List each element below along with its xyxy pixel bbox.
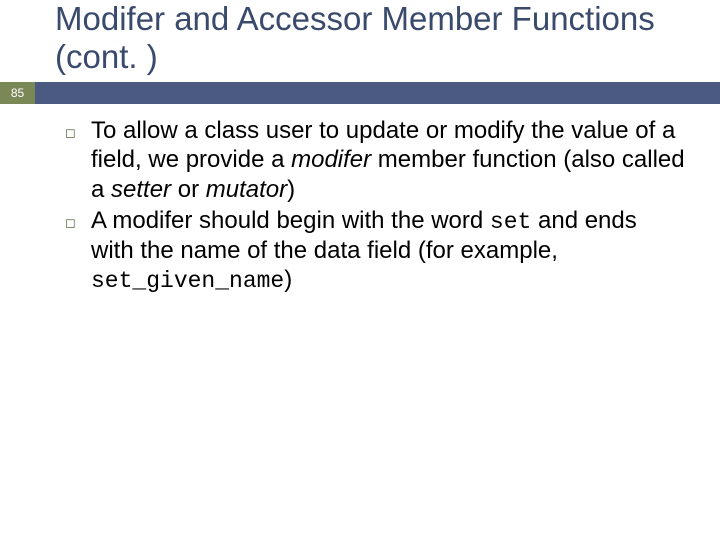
text-run: ): [284, 266, 292, 293]
page-number-badge: 85: [0, 82, 35, 104]
bullet-text: A modifer should begin with the word set…: [91, 206, 685, 295]
text-run: A modifer should begin with the word: [91, 207, 490, 234]
title-area: Modifer and Accessor Member Functions (c…: [55, 0, 700, 76]
bullet-text: To allow a class user to update or modif…: [91, 116, 685, 204]
text-code: set: [490, 209, 531, 235]
text-emphasis: setter: [111, 176, 171, 203]
list-item: ◻ A modifer should begin with the word s…: [65, 206, 685, 295]
bullet-icon: ◻: [65, 206, 91, 238]
content-area: ◻ To allow a class user to update or mod…: [65, 116, 685, 297]
text-run: ): [287, 176, 295, 203]
header-bar: 85: [0, 82, 720, 104]
text-emphasis: modifer: [291, 146, 371, 173]
accent-bar: [35, 82, 720, 104]
text-code: set_given_name: [91, 268, 284, 294]
list-item: ◻ To allow a class user to update or mod…: [65, 116, 685, 204]
slide: Modifer and Accessor Member Functions (c…: [0, 0, 720, 540]
bullet-icon: ◻: [65, 116, 91, 148]
slide-title: Modifer and Accessor Member Functions (c…: [55, 0, 700, 76]
text-run: or: [171, 176, 206, 203]
text-emphasis: mutator: [206, 176, 287, 203]
